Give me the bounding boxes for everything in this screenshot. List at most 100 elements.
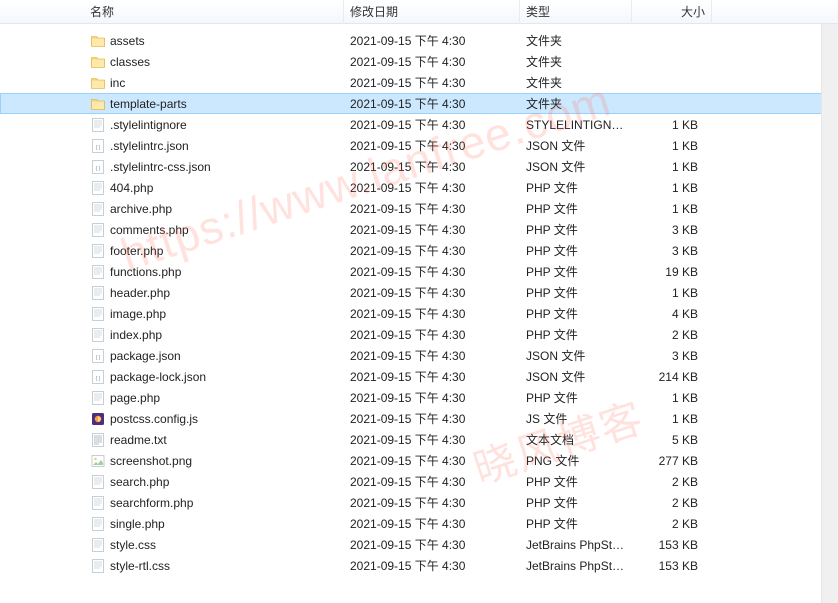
file-name-cell[interactable]: readme.txt bbox=[84, 432, 344, 448]
file-name-cell[interactable]: postcss.config.js bbox=[84, 411, 344, 427]
column-header-size[interactable]: 大小 bbox=[632, 0, 712, 24]
file-modified-cell: 2021-09-15 下午 4:30 bbox=[344, 494, 520, 511]
file-modified-cell: 2021-09-15 下午 4:30 bbox=[344, 473, 520, 490]
file-row[interactable]: header.php2021-09-15 下午 4:30PHP 文件1 KB bbox=[0, 282, 838, 303]
css-icon bbox=[90, 558, 106, 574]
file-modified-cell: 2021-09-15 下午 4:30 bbox=[344, 200, 520, 217]
file-name-cell[interactable]: style.css bbox=[84, 537, 344, 553]
file-row[interactable]: style.css2021-09-15 下午 4:30JetBrains Php… bbox=[0, 534, 838, 555]
file-row[interactable]: classes2021-09-15 下午 4:30文件夹 bbox=[0, 51, 838, 72]
file-type-cell: JSON 文件 bbox=[520, 347, 632, 364]
file-modified-cell: 2021-09-15 下午 4:30 bbox=[344, 137, 520, 154]
file-name-cell[interactable]: searchform.php bbox=[84, 495, 344, 511]
file-name-cell[interactable]: package.json bbox=[84, 348, 344, 364]
file-row[interactable]: inc 2021-09-15 下午 4:30文件夹 bbox=[0, 72, 838, 93]
file-row[interactable]: search.php2021-09-15 下午 4:30PHP 文件2 KB bbox=[0, 471, 838, 492]
file-icon bbox=[90, 117, 106, 133]
file-size-cell: 153 KB bbox=[632, 559, 712, 573]
file-row[interactable]: comments.php2021-09-15 下午 4:30PHP 文件3 KB bbox=[0, 219, 838, 240]
file-modified-cell: 2021-09-15 下午 4:30 bbox=[344, 431, 520, 448]
php-icon bbox=[90, 495, 106, 511]
file-modified-cell: 2021-09-15 下午 4:30 bbox=[344, 116, 520, 133]
file-row[interactable]: package.json2021-09-15 下午 4:30JSON 文件3 K… bbox=[0, 345, 838, 366]
file-type-cell: PHP 文件 bbox=[520, 242, 632, 259]
file-name-label: index.php bbox=[110, 328, 162, 342]
vertical-scrollbar[interactable] bbox=[821, 24, 838, 603]
file-type-cell: 文件夹 bbox=[520, 74, 632, 91]
file-size-cell: 3 KB bbox=[632, 349, 712, 363]
file-modified-cell: 2021-09-15 下午 4:30 bbox=[344, 557, 520, 574]
file-size-cell: 2 KB bbox=[632, 475, 712, 489]
column-header-modified[interactable]: 修改日期 bbox=[344, 0, 520, 24]
file-row[interactable]: searchform.php2021-09-15 下午 4:30PHP 文件2 … bbox=[0, 492, 838, 513]
file-row[interactable]: archive.php2021-09-15 下午 4:30PHP 文件1 KB bbox=[0, 198, 838, 219]
file-name-cell[interactable]: style-rtl.css bbox=[84, 558, 344, 574]
file-name-cell[interactable]: .stylelintrc.json bbox=[84, 138, 344, 154]
file-size-cell: 3 KB bbox=[632, 223, 712, 237]
png-icon bbox=[90, 453, 106, 469]
file-row[interactable]: functions.php2021-09-15 下午 4:30PHP 文件19 … bbox=[0, 261, 838, 282]
file-name-label: comments.php bbox=[110, 223, 189, 237]
php-icon bbox=[90, 474, 106, 490]
file-row[interactable]: 404.php2021-09-15 下午 4:30PHP 文件1 KB bbox=[0, 177, 838, 198]
file-name-cell[interactable]: functions.php bbox=[84, 264, 344, 280]
file-name-label: archive.php bbox=[110, 202, 172, 216]
file-row[interactable]: assets2021-09-15 下午 4:30文件夹 bbox=[0, 30, 838, 51]
file-name-cell[interactable]: .stylelintrc-css.json bbox=[84, 159, 344, 175]
file-name-cell[interactable]: inc bbox=[84, 75, 344, 91]
file-name-cell[interactable]: image.php bbox=[84, 306, 344, 322]
file-modified-cell: 2021-09-15 下午 4:30 bbox=[344, 74, 520, 91]
file-row[interactable]: readme.txt2021-09-15 下午 4:30文本文档5 KB bbox=[0, 429, 838, 450]
file-name-label: .stylelintrc.json bbox=[110, 139, 189, 153]
file-size-cell: 1 KB bbox=[632, 139, 712, 153]
file-name-cell[interactable]: archive.php bbox=[84, 201, 344, 217]
file-name-cell[interactable]: index.php bbox=[84, 327, 344, 343]
file-name-cell[interactable]: header.php bbox=[84, 285, 344, 301]
folder-icon bbox=[90, 96, 106, 112]
file-type-cell: JS 文件 bbox=[520, 410, 632, 427]
file-list: assets2021-09-15 下午 4:30文件夹classes2021-0… bbox=[0, 24, 838, 576]
file-name-cell[interactable]: footer.php bbox=[84, 243, 344, 259]
file-type-cell: PHP 文件 bbox=[520, 263, 632, 280]
file-name-label: classes bbox=[110, 55, 150, 69]
file-size-cell: 1 KB bbox=[632, 202, 712, 216]
file-name-label: inc bbox=[110, 76, 125, 90]
file-name-cell[interactable]: search.php bbox=[84, 474, 344, 490]
file-name-cell[interactable]: package-lock.json bbox=[84, 369, 344, 385]
file-row[interactable]: style-rtl.css2021-09-15 下午 4:30JetBrains… bbox=[0, 555, 838, 576]
file-row[interactable]: package-lock.json2021-09-15 下午 4:30JSON … bbox=[0, 366, 838, 387]
file-name-cell[interactable]: 404.php bbox=[84, 180, 344, 196]
file-row[interactable]: single.php2021-09-15 下午 4:30PHP 文件2 KB bbox=[0, 513, 838, 534]
file-name-cell[interactable]: template-parts bbox=[84, 96, 344, 112]
file-size-cell: 1 KB bbox=[632, 118, 712, 132]
file-row[interactable]: page.php2021-09-15 下午 4:30PHP 文件1 KB bbox=[0, 387, 838, 408]
file-row[interactable]: image.php2021-09-15 下午 4:30PHP 文件4 KB bbox=[0, 303, 838, 324]
file-row[interactable]: screenshot.png2021-09-15 下午 4:30PNG 文件27… bbox=[0, 450, 838, 471]
file-name-cell[interactable]: .stylelintignore bbox=[84, 117, 344, 133]
column-header-type[interactable]: 类型 bbox=[520, 0, 632, 24]
file-name-cell[interactable]: comments.php bbox=[84, 222, 344, 238]
php-icon bbox=[90, 243, 106, 259]
file-name-cell[interactable]: screenshot.png bbox=[84, 453, 344, 469]
file-row[interactable]: index.php2021-09-15 下午 4:30PHP 文件2 KB bbox=[0, 324, 838, 345]
file-name-label: style-rtl.css bbox=[110, 559, 170, 573]
file-name-cell[interactable]: page.php bbox=[84, 390, 344, 406]
file-row[interactable]: postcss.config.js2021-09-15 下午 4:30JS 文件… bbox=[0, 408, 838, 429]
file-name-label: functions.php bbox=[110, 265, 181, 279]
file-row[interactable]: footer.php2021-09-15 下午 4:30PHP 文件3 KB bbox=[0, 240, 838, 261]
file-size-cell: 2 KB bbox=[632, 328, 712, 342]
file-row[interactable]: .stylelintignore2021-09-15 下午 4:30STYLEL… bbox=[0, 114, 838, 135]
file-size-cell: 153 KB bbox=[632, 538, 712, 552]
file-name-cell[interactable]: assets bbox=[84, 33, 344, 49]
file-modified-cell: 2021-09-15 下午 4:30 bbox=[344, 452, 520, 469]
file-type-cell: JSON 文件 bbox=[520, 158, 632, 175]
file-name-cell[interactable]: classes bbox=[84, 54, 344, 70]
column-header-name[interactable]: 名称 bbox=[84, 0, 344, 24]
css-icon bbox=[90, 537, 106, 553]
file-type-cell: PHP 文件 bbox=[520, 389, 632, 406]
file-row[interactable]: template-parts2021-09-15 下午 4:30文件夹 bbox=[0, 93, 838, 114]
file-row[interactable]: .stylelintrc-css.json2021-09-15 下午 4:30J… bbox=[0, 156, 838, 177]
file-name-cell[interactable]: single.php bbox=[84, 516, 344, 532]
file-type-cell: 文本文档 bbox=[520, 431, 632, 448]
file-row[interactable]: .stylelintrc.json2021-09-15 下午 4:30JSON … bbox=[0, 135, 838, 156]
